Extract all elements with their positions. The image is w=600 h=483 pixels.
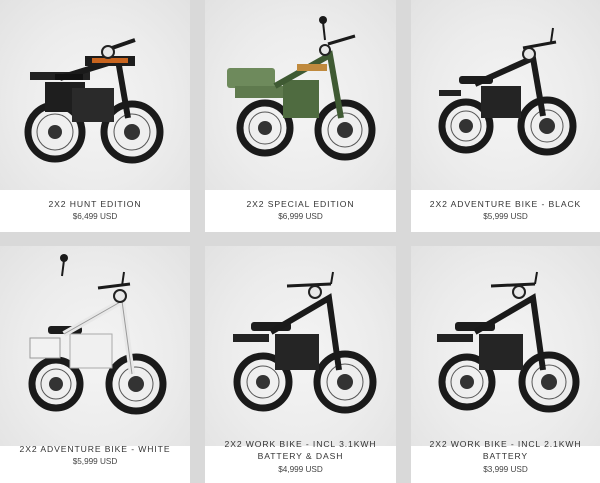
product-card-adventure-white[interactable]: 2X2 ADVENTURE BIKE - WHITE $5,999 USD — [0, 246, 190, 483]
bike-illustration — [28, 254, 167, 415]
product-price: $6,499 USD — [72, 212, 118, 221]
product-card-adventure-black[interactable]: 2X2 ADVENTURE BIKE - BLACK $5,999 USD — [411, 0, 600, 232]
product-price: $5,999 USD — [483, 212, 528, 221]
bike-illustration — [437, 271, 580, 413]
product-name[interactable]: 2X2 ADVENTURE BIKE - BLACK — [411, 199, 600, 210]
product-price: $3,999 USD — [483, 465, 528, 474]
product-name[interactable]: 2X2 SPECIAL EDITION — [205, 199, 396, 210]
bike-illustration — [24, 38, 164, 164]
product-price: $4,999 USD — [278, 465, 323, 474]
product-card-hunt-edition[interactable]: 2X2 HUNT EDITION $6,499 USD — [0, 0, 190, 232]
product-image-adventure-white[interactable] — [0, 246, 190, 446]
product-name[interactable]: 2X2 ADVENTURE BIKE - WHITE — [0, 444, 190, 455]
product-image-special-edition[interactable] — [205, 0, 396, 190]
product-card-special-edition[interactable]: 2X2 SPECIAL EDITION $6,999 USD — [205, 0, 396, 232]
product-image-work-bike-2-1kwh[interactable] — [411, 246, 600, 446]
product-price: $6,999 USD — [278, 212, 323, 221]
bike-illustration — [227, 16, 376, 161]
product-image-work-bike-3-1kwh[interactable] — [205, 246, 396, 446]
bike-illustration — [233, 271, 377, 414]
bike-illustration — [438, 27, 577, 156]
product-name-line-1[interactable]: 2X2 WORK BIKE - INCL 3.1KWH — [205, 439, 396, 450]
product-name[interactable]: 2X2 HUNT EDITION — [0, 199, 190, 210]
product-image-hunt-edition[interactable] — [0, 0, 190, 190]
product-name-line-2[interactable]: BATTERY & DASH — [205, 451, 396, 462]
product-name-line-1[interactable]: 2X2 WORK BIKE - INCL 2.1KWH — [411, 439, 600, 450]
product-name-line-2[interactable]: BATTERY — [411, 451, 600, 462]
product-card-work-bike-3-1kwh[interactable]: 2X2 WORK BIKE - INCL 3.1KWH BATTERY & DA… — [205, 246, 396, 483]
product-image-adventure-black[interactable] — [411, 0, 600, 190]
product-price: $5,999 USD — [72, 457, 118, 466]
product-grid: 2X2 HUNT EDITION $6,499 USD 2X2 SPECIAL … — [0, 0, 600, 483]
product-card-work-bike-2-1kwh[interactable]: 2X2 WORK BIKE - INCL 2.1KWH BATTERY $3,9… — [411, 246, 600, 483]
